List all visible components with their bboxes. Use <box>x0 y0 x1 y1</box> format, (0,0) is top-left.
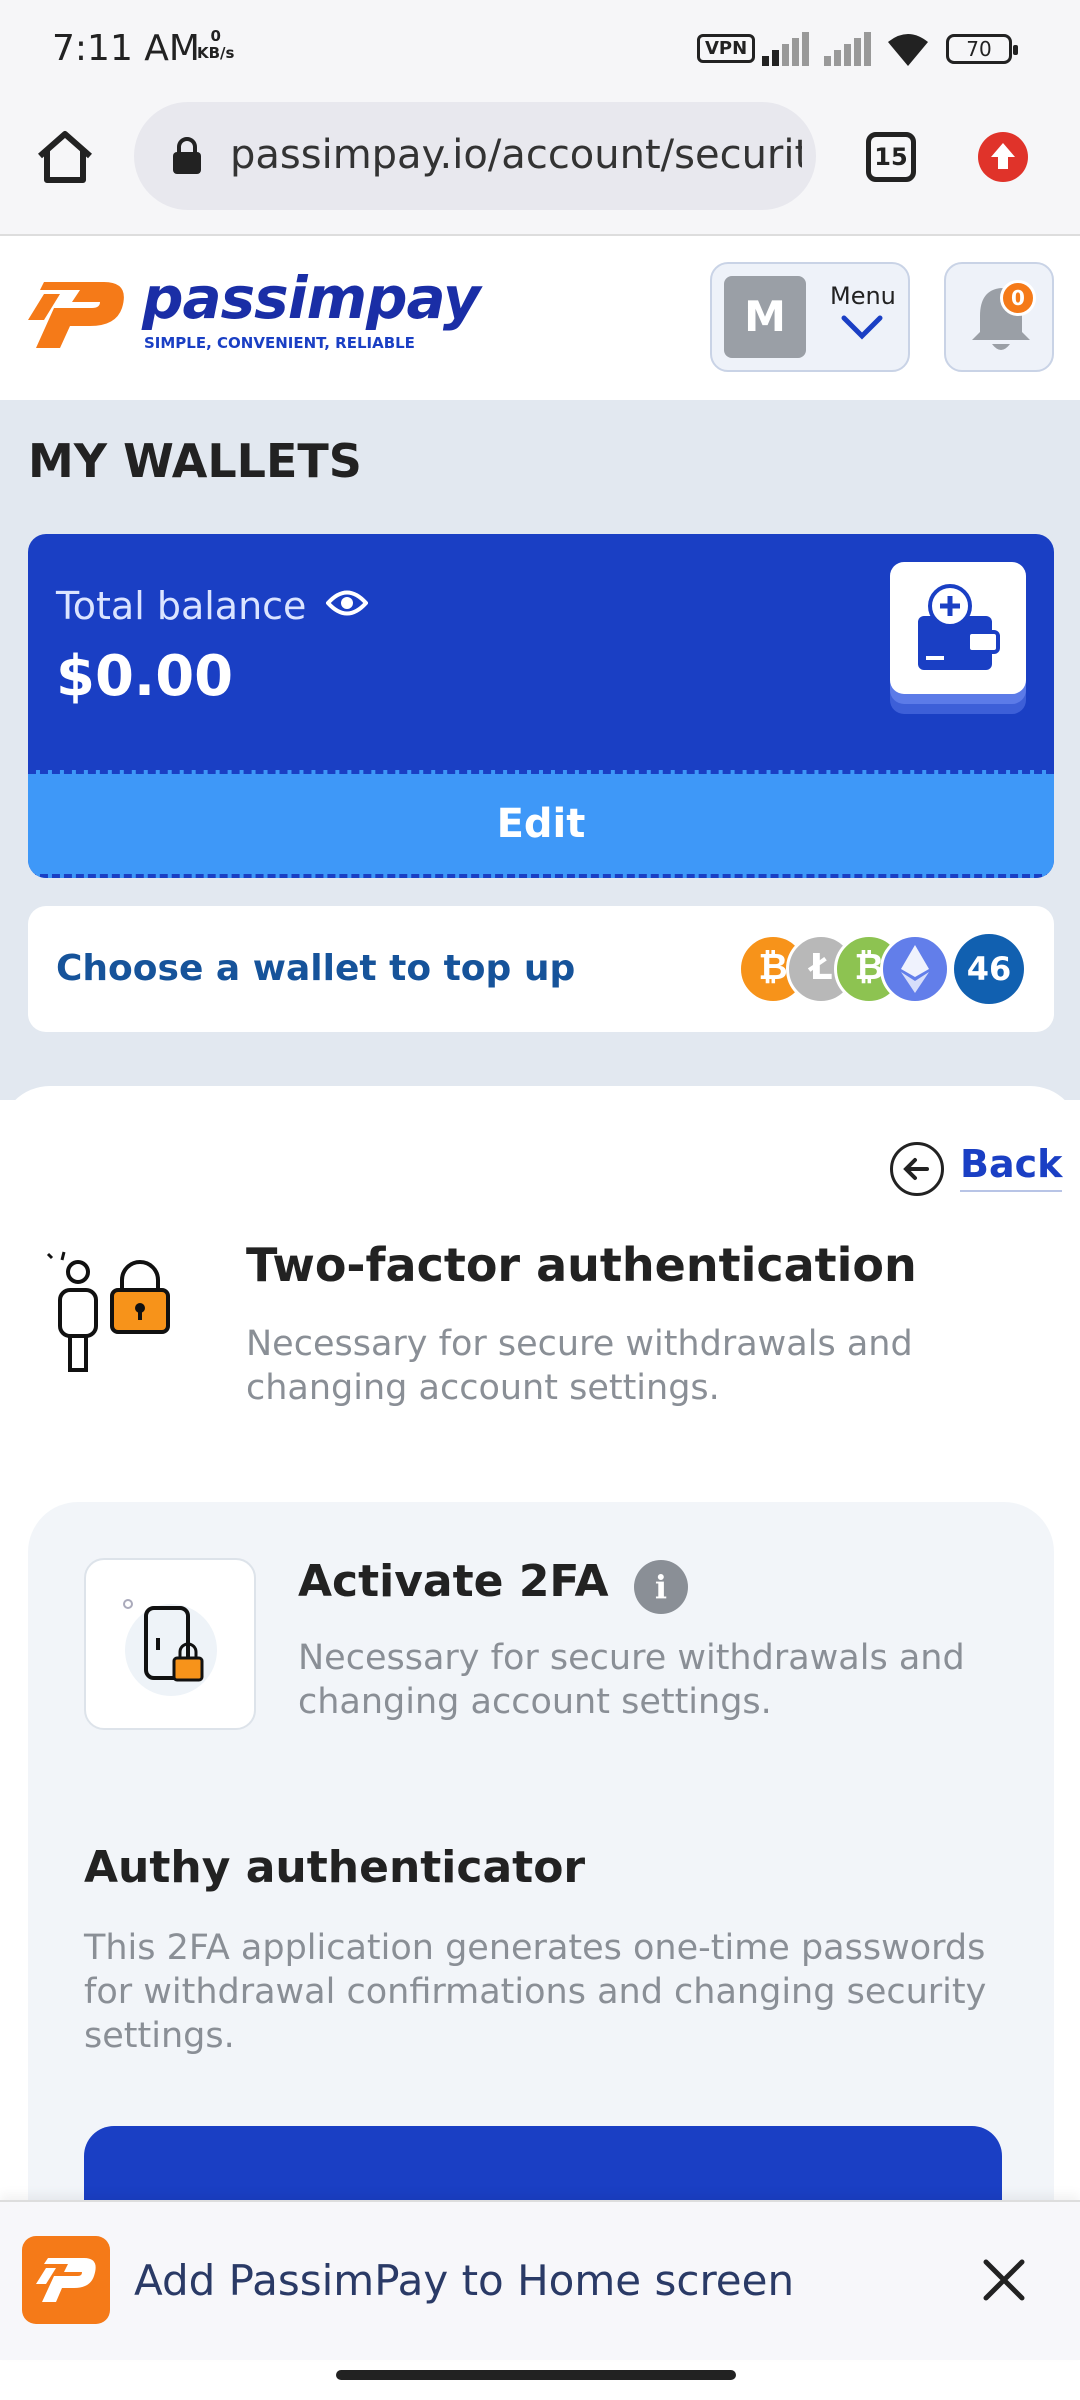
wallets-section: MY WALLETS Total balance $0.00 Edit Choo… <box>0 400 1080 1100</box>
logo-name: passimpay <box>142 264 481 332</box>
status-time: 7:11 AM <box>52 28 200 69</box>
passimpay-app-icon <box>22 2236 110 2324</box>
person-lock-icon <box>46 1251 170 1372</box>
close-icon[interactable] <box>976 2252 1032 2308</box>
two-factor-description: Necessary for secure withdrawals and cha… <box>246 1324 913 1408</box>
update-icon[interactable] <box>978 132 1028 182</box>
add-to-home-banner[interactable]: Add PassimPay to Home screen <box>0 2200 1080 2360</box>
phone-lock-icon <box>123 1599 217 1696</box>
lock-icon <box>173 137 201 174</box>
gesture-nav-bar[interactable] <box>336 2370 736 2380</box>
ethereum-icon <box>880 934 950 1004</box>
back-arrow-icon <box>890 1142 944 1196</box>
banner-text[interactable]: Add PassimPay to Home screen <box>134 2256 794 2305</box>
battery-icon: 70 <box>946 34 1018 64</box>
back-label: Back <box>960 1142 1063 1192</box>
browser-toolbar: passimpay.io/account/security 15 <box>0 96 1080 236</box>
topup-card[interactable]: Choose a wallet to top up ₿ Ł ₿ 46 <box>28 906 1054 1032</box>
tab-switcher-button[interactable]: 15 <box>866 132 916 182</box>
passimpay-logo-icon[interactable] <box>26 272 134 352</box>
signal-icon-2 <box>824 32 871 66</box>
authy-description: This 2FA application generates one-time … <box>84 1928 987 2056</box>
security-panel: Back Two-factor authentication Necessary… <box>0 1086 1080 2236</box>
vpn-icon: VPN <box>697 34 756 63</box>
url-text: passimpay.io/account/security <box>230 132 802 178</box>
authy-title: Authy authenticator <box>84 1842 586 1893</box>
total-balance-label: Total balance <box>56 584 307 628</box>
total-balance-value: $0.00 <box>56 644 234 709</box>
activate-2fa-description: Necessary for secure withdrawals and cha… <box>298 1638 965 1722</box>
balance-card: Total balance $0.00 Edit <box>28 534 1054 878</box>
signal-icon <box>762 32 809 66</box>
passimpay-logo-icon-white <box>36 2258 96 2302</box>
status-bar: 7:11 AM 0 KB/s VPN 70 <box>0 0 1080 96</box>
add-wallet-button[interactable] <box>890 562 1026 694</box>
arrow-left-icon <box>903 1158 929 1180</box>
page-title: MY WALLETS <box>28 434 362 488</box>
logo-tagline: SIMPLE, CONVENIENT, RELIABLE <box>144 334 415 352</box>
info-icon[interactable]: i <box>634 1560 688 1614</box>
chevron-down-icon <box>841 315 883 340</box>
wallet-add-icon <box>918 584 1000 670</box>
edit-button[interactable]: Edit <box>28 770 1054 878</box>
activate-2fa-title: Activate 2FA <box>298 1556 609 1607</box>
account-menu-button[interactable]: M Menu <box>710 262 910 372</box>
wifi-icon <box>888 34 928 66</box>
site-header: passimpay SIMPLE, CONVENIENT, RELIABLE M… <box>0 238 1080 400</box>
address-bar[interactable]: passimpay.io/account/security <box>134 102 816 210</box>
arrow-up-icon <box>991 143 1015 169</box>
avatar: M <box>724 276 806 358</box>
menu-label: Menu <box>830 282 896 310</box>
home-icon[interactable] <box>34 126 96 188</box>
two-factor-title: Two-factor authentication <box>246 1238 917 1292</box>
phone-lock-icon-box <box>84 1558 256 1730</box>
more-coins-count: 46 <box>954 934 1024 1004</box>
eye-icon[interactable] <box>326 588 368 618</box>
notifications-button[interactable]: 0 <box>944 262 1054 372</box>
topup-label: Choose a wallet to top up <box>56 948 576 989</box>
notification-badge: 0 <box>1000 280 1036 316</box>
net-speed: 0 KB/s <box>197 27 235 62</box>
activate-2fa-card: Activate 2FA i Necessary for secure with… <box>28 1502 1054 2236</box>
ethereum-glyph-icon <box>901 945 929 993</box>
